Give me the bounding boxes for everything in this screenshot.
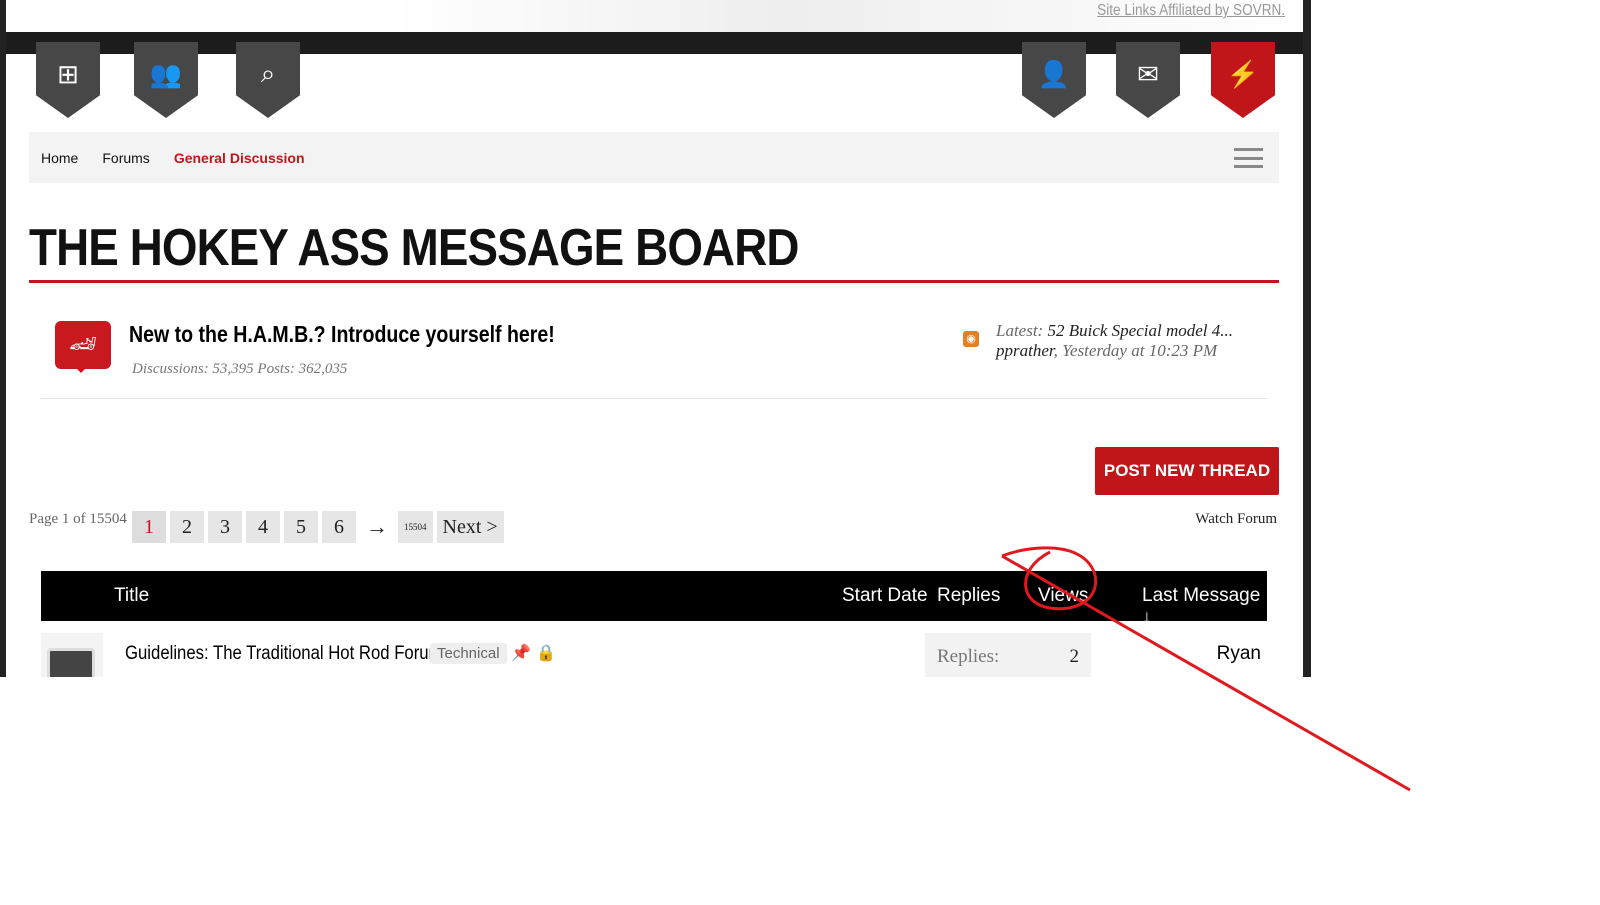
lock-icon: 🔒 <box>536 645 556 662</box>
latest-time: , Yesterday at 10:23 PM <box>1053 341 1218 360</box>
col-last-message[interactable]: Last Message ↓ <box>1142 585 1267 629</box>
divider <box>41 398 1267 399</box>
col-start-date[interactable]: Start Date <box>842 585 928 607</box>
title-divider <box>29 280 1279 283</box>
latest-label: Latest: <box>996 321 1044 340</box>
breadcrumb-forums[interactable]: Forums <box>102 150 149 166</box>
table-row: Guidelines: The Traditional Hot Rod Foru… <box>41 633 1267 677</box>
pagination: 1 2 3 4 5 6 → 15504 Next > <box>132 511 504 543</box>
breadcrumb: Home Forums General Discussion <box>29 132 1279 183</box>
post-new-thread-button[interactable]: POST NEW THREAD <box>1095 447 1279 495</box>
page-indicator: Page 1 of 15504 <box>29 511 127 527</box>
col-views[interactable]: Views <box>1038 585 1088 607</box>
breadcrumb-home[interactable]: Home <box>41 150 78 166</box>
next-page-button[interactable]: Next > <box>436 511 504 543</box>
search-icon[interactable]: ⌕ <box>236 42 300 118</box>
page-1[interactable]: 1 <box>132 511 166 543</box>
forum-title[interactable]: New to the H.A.M.B.? Introduce yourself … <box>129 321 555 348</box>
affiliate-link[interactable]: Site Links Affiliated by SOVRN. <box>1097 2 1285 20</box>
latest-user-link[interactable]: pprather <box>996 341 1054 360</box>
page-5[interactable]: 5 <box>284 511 318 543</box>
page-4[interactable]: 4 <box>246 511 280 543</box>
replies-count: 2 <box>1069 646 1080 667</box>
page-jump-arrow[interactable]: → <box>360 511 394 543</box>
hamburger-menu-icon[interactable] <box>1234 148 1263 168</box>
sticky-pin-icon: 📌 <box>511 645 531 662</box>
thread-tag[interactable]: Technical <box>430 643 507 664</box>
thread-title[interactable]: Guidelines: The Traditional Hot Rod Foru… <box>125 643 443 665</box>
replies-label: Replies: <box>937 646 1000 667</box>
rss-icon[interactable]: ◉ <box>963 331 979 347</box>
latest-thread-link[interactable]: 52 Buick Special model 4... <box>1047 321 1233 340</box>
page-last[interactable]: 15504 <box>398 511 433 543</box>
avatar[interactable] <box>41 633 103 677</box>
forum-stats: Discussions: 53,395 Posts: 362,035 <box>132 361 348 377</box>
user-icon[interactable]: 👤 <box>1022 42 1086 118</box>
page-3[interactable]: 3 <box>208 511 242 543</box>
watch-forum-link[interactable]: Watch Forum <box>1195 511 1277 528</box>
top-banner: Site Links Affiliated by SOVRN. <box>6 0 1303 32</box>
alerts-icon[interactable]: ⚡ <box>1211 42 1275 118</box>
forum-page: Site Links Affiliated by SOVRN. ⊞ 👥 ⌕ 👤 … <box>0 0 1311 677</box>
breadcrumb-current[interactable]: General Discussion <box>174 150 305 166</box>
mail-icon[interactable]: ✉ <box>1116 42 1180 118</box>
sitemap-icon[interactable]: ⊞ <box>36 42 100 118</box>
col-replies[interactable]: Replies <box>937 585 1000 607</box>
hotrod-forum-icon: 🏎 <box>55 321 111 373</box>
last-message-user[interactable]: Ryan <box>1217 643 1261 665</box>
members-icon[interactable]: 👥 <box>134 42 198 118</box>
nav-bar <box>6 32 1303 54</box>
thread-stats: Replies: 2 <box>925 633 1091 677</box>
col-title[interactable]: Title <box>114 585 149 607</box>
page-title: THE HOKEY ASS MESSAGE BOARD <box>29 219 799 277</box>
page-6[interactable]: 6 <box>322 511 356 543</box>
latest-post: Latest: 52 Buick Special model 4... ppra… <box>996 321 1233 361</box>
page-2[interactable]: 2 <box>170 511 204 543</box>
thread-table-header: Title Start Date Replies Views Last Mess… <box>41 571 1267 628</box>
